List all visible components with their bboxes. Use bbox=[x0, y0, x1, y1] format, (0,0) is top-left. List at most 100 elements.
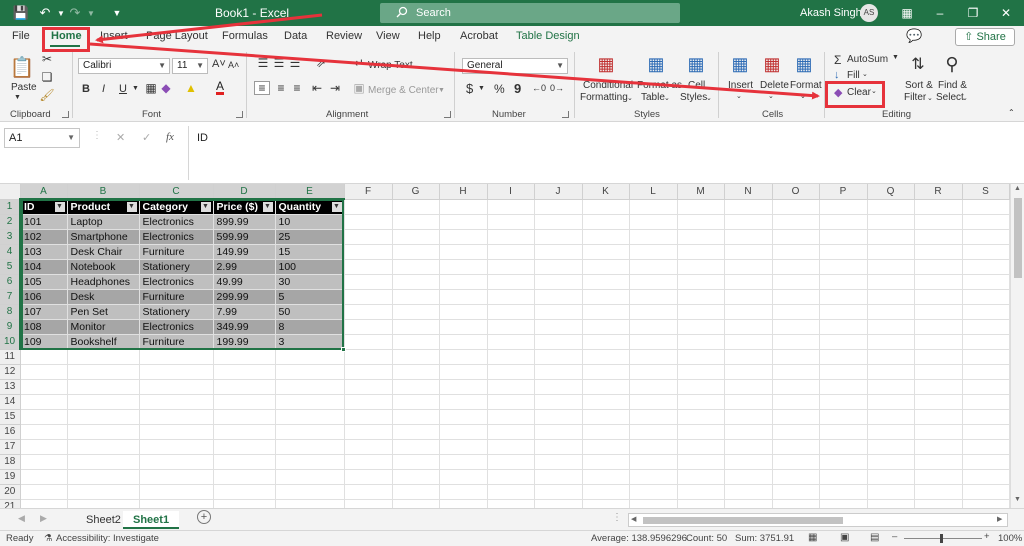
grid-cell[interactable] bbox=[344, 379, 393, 395]
grid-cell[interactable] bbox=[962, 199, 1010, 215]
align-right-icon[interactable]: ≡ bbox=[290, 81, 304, 95]
grid-cell[interactable] bbox=[629, 244, 678, 260]
column-header[interactable]: I bbox=[487, 184, 535, 200]
grid-cell[interactable] bbox=[914, 484, 963, 500]
grid-cell[interactable] bbox=[629, 454, 678, 470]
grid-cell[interactable] bbox=[344, 439, 393, 455]
row-header[interactable]: 15 bbox=[0, 409, 21, 425]
fill-color-icon[interactable]: ▲ bbox=[184, 81, 198, 95]
grid-cell[interactable] bbox=[677, 379, 725, 395]
grid-cell[interactable] bbox=[67, 409, 140, 425]
number-launcher-icon[interactable] bbox=[562, 111, 569, 118]
number-format-select[interactable]: General ▼ bbox=[462, 58, 568, 74]
grid-cell[interactable] bbox=[867, 394, 915, 410]
grid-cell[interactable] bbox=[67, 439, 140, 455]
fill-icon[interactable]: ↓ bbox=[834, 69, 840, 81]
grid-cell[interactable] bbox=[67, 394, 140, 410]
grid-cell[interactable] bbox=[534, 199, 583, 215]
grid-cell[interactable] bbox=[534, 334, 583, 350]
grid-cell[interactable] bbox=[582, 304, 630, 320]
row-header[interactable]: 7 bbox=[0, 289, 21, 305]
grid-cell[interactable] bbox=[772, 379, 820, 395]
grid-cell[interactable] bbox=[819, 439, 868, 455]
cell-styles-dropdown-icon[interactable]: ⌄ bbox=[706, 94, 712, 102]
grid-cell[interactable] bbox=[534, 409, 583, 425]
grid-cell[interactable] bbox=[962, 319, 1010, 335]
grid-cell[interactable] bbox=[772, 484, 820, 500]
grid-cell[interactable] bbox=[20, 469, 68, 485]
grid-cell[interactable] bbox=[487, 409, 535, 425]
grid-cell[interactable] bbox=[772, 499, 820, 508]
grid-cell[interactable] bbox=[392, 424, 440, 440]
grid-cell[interactable] bbox=[677, 484, 725, 500]
grid-cell[interactable] bbox=[439, 259, 488, 275]
table-cell[interactable]: 101 bbox=[20, 214, 68, 230]
table-cell[interactable]: 108 bbox=[20, 319, 68, 335]
column-header[interactable]: C bbox=[139, 184, 214, 200]
grid-cell[interactable] bbox=[344, 319, 393, 335]
grid-cell[interactable] bbox=[439, 304, 488, 320]
grid-cell[interactable] bbox=[20, 379, 68, 395]
grid-cell[interactable] bbox=[772, 304, 820, 320]
tab-help[interactable]: Help bbox=[418, 30, 441, 42]
grid-cell[interactable] bbox=[582, 394, 630, 410]
grid-cell[interactable] bbox=[487, 334, 535, 350]
grid-cell[interactable] bbox=[275, 409, 345, 425]
column-header[interactable]: A bbox=[20, 184, 68, 200]
font-size-select[interactable]: 11 ▼ bbox=[172, 58, 208, 74]
find-select-dropdown-icon[interactable]: ⌄ bbox=[962, 94, 968, 102]
tab-insert[interactable]: Insert bbox=[100, 30, 128, 42]
grid-cell[interactable] bbox=[534, 274, 583, 290]
format-as-table-icon[interactable]: ▦ bbox=[644, 52, 668, 76]
grid-cell[interactable] bbox=[867, 229, 915, 245]
grid-cell[interactable] bbox=[914, 364, 963, 380]
autosum-label[interactable]: AutoSum bbox=[847, 54, 888, 65]
grid-cell[interactable] bbox=[213, 349, 276, 365]
filter-dropdown-icon[interactable]: ▼ bbox=[331, 202, 342, 212]
grid-cell[interactable] bbox=[819, 394, 868, 410]
share-button[interactable]: ⇧ Share bbox=[955, 28, 1015, 46]
increase-indent-icon[interactable]: ⇥ bbox=[328, 81, 342, 95]
grid-cell[interactable] bbox=[213, 439, 276, 455]
grid-cell[interactable] bbox=[213, 364, 276, 380]
grid-cell[interactable] bbox=[962, 394, 1010, 410]
clear-dropdown-icon[interactable]: ⌄ bbox=[871, 87, 877, 95]
grid-cell[interactable] bbox=[914, 289, 963, 305]
grid-cell[interactable] bbox=[819, 334, 868, 350]
grid-cell[interactable] bbox=[275, 349, 345, 365]
grid-cell[interactable] bbox=[914, 379, 963, 395]
next-sheet-icon[interactable]: ▶ bbox=[40, 513, 47, 524]
grid-cell[interactable] bbox=[392, 319, 440, 335]
grid-cell[interactable] bbox=[629, 334, 678, 350]
tab-formulas[interactable]: Formulas bbox=[222, 30, 268, 42]
grid-cell[interactable] bbox=[344, 364, 393, 380]
grid-cell[interactable] bbox=[534, 424, 583, 440]
grid-cell[interactable] bbox=[139, 379, 214, 395]
grid-cell[interactable] bbox=[724, 499, 773, 508]
grid-cell[interactable] bbox=[439, 334, 488, 350]
column-header[interactable]: R bbox=[914, 184, 963, 200]
table-cell[interactable]: 105 bbox=[20, 274, 68, 290]
grid-cell[interactable] bbox=[534, 244, 583, 260]
sort-filter-label-2[interactable]: Filter bbox=[904, 92, 926, 103]
grid-cell[interactable] bbox=[629, 484, 678, 500]
clipboard-launcher-icon[interactable] bbox=[62, 111, 69, 118]
align-top-icon[interactable]: ☰ bbox=[256, 56, 270, 70]
sort-filter-dropdown-icon[interactable]: ⌄ bbox=[927, 94, 933, 102]
column-header[interactable]: D bbox=[213, 184, 276, 200]
grid-cell[interactable] bbox=[344, 349, 393, 365]
format-as-table-label-1[interactable]: Format as bbox=[637, 80, 682, 91]
align-middle-icon[interactable]: ☰ bbox=[272, 56, 286, 70]
grid-cell[interactable] bbox=[962, 334, 1010, 350]
grid-cell[interactable] bbox=[487, 439, 535, 455]
grid-cell[interactable] bbox=[677, 409, 725, 425]
table-cell[interactable]: 7.99 bbox=[213, 304, 276, 320]
grid-cell[interactable] bbox=[582, 424, 630, 440]
grid-cell[interactable] bbox=[629, 394, 678, 410]
close-icon[interactable]: ✕ bbox=[991, 2, 1021, 24]
sort-filter-label-1[interactable]: Sort & bbox=[905, 80, 933, 91]
grid-cell[interactable] bbox=[914, 409, 963, 425]
grid-cell[interactable] bbox=[392, 304, 440, 320]
filter-dropdown-icon[interactable]: ▼ bbox=[126, 202, 137, 212]
table-cell[interactable]: 102 bbox=[20, 229, 68, 245]
